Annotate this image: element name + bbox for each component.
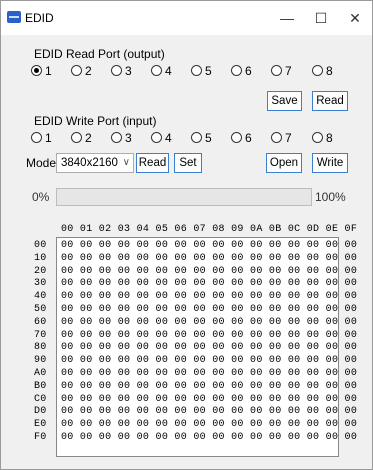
- close-button[interactable]: ✕: [341, 7, 369, 29]
- read-port-radio-6[interactable]: 6: [231, 64, 252, 78]
- open-button[interactable]: Open: [266, 153, 302, 173]
- radio-circle-icon: [312, 65, 323, 76]
- read-port-radio-8[interactable]: 8: [312, 64, 333, 78]
- radio-circle-icon: [31, 65, 42, 76]
- radio-circle-icon: [271, 132, 282, 143]
- read-port-radio-label: 6: [245, 64, 252, 78]
- mode-read-button[interactable]: Read: [136, 153, 169, 173]
- radio-circle-icon: [111, 132, 122, 143]
- write-port-radio-label: 4: [165, 131, 172, 145]
- mode-label: Mode: [26, 156, 57, 170]
- read-port-radio-4[interactable]: 4: [151, 64, 172, 78]
- radio-circle-icon: [111, 65, 122, 76]
- hex-column-header: 00 01 02 03 04 05 06 07 08 09 0A 0B 0C 0…: [61, 224, 358, 235]
- write-port-radio-2[interactable]: 2: [71, 131, 92, 145]
- radio-circle-icon: [271, 65, 282, 76]
- read-port-radio-2[interactable]: 2: [71, 64, 92, 78]
- title-bar[interactable]: EDID — ☐ ✕: [1, 1, 372, 35]
- read-port-radio-label: 5: [205, 64, 212, 78]
- read-port-label: EDID Read Port (output): [34, 47, 165, 61]
- window-title: EDID: [25, 11, 54, 25]
- radio-circle-icon: [191, 132, 202, 143]
- mode-select[interactable]: 3840x2160 ∨: [56, 153, 134, 173]
- write-port-radio-label: 8: [326, 131, 333, 145]
- radio-circle-icon: [31, 132, 42, 143]
- write-port-radio-label: 5: [205, 131, 212, 145]
- radio-circle-icon: [231, 65, 242, 76]
- write-port-radio-label: 6: [245, 131, 252, 145]
- minimize-button[interactable]: —: [273, 7, 301, 29]
- radio-circle-icon: [151, 65, 162, 76]
- radio-circle-icon: [151, 132, 162, 143]
- write-port-radio-7[interactable]: 7: [271, 131, 292, 145]
- read-port-radio-1[interactable]: 1: [31, 64, 52, 78]
- write-port-radio-5[interactable]: 5: [191, 131, 212, 145]
- maximize-button[interactable]: ☐: [307, 7, 335, 29]
- radio-circle-icon: [231, 132, 242, 143]
- write-port-radio-4[interactable]: 4: [151, 131, 172, 145]
- write-port-radio-label: 3: [125, 131, 132, 145]
- radio-circle-icon: [71, 132, 82, 143]
- read-edid-button[interactable]: Read: [312, 91, 348, 111]
- read-port-radio-label: 7: [285, 64, 292, 78]
- write-port-radio-label: 1: [45, 131, 52, 145]
- write-port-radio-8[interactable]: 8: [312, 131, 333, 145]
- radio-circle-icon: [312, 132, 323, 143]
- progress-max-label: 100%: [315, 190, 346, 204]
- write-port-radio-1[interactable]: 1: [31, 131, 52, 145]
- radio-circle-icon: [71, 65, 82, 76]
- progress-min-label: 0%: [32, 190, 50, 204]
- read-port-radio-label: 3: [125, 64, 132, 78]
- app-icon: [7, 11, 21, 23]
- edid-window: EDID — ☐ ✕ EDID Read Port (output) 1 2 3 4 5…: [0, 0, 373, 470]
- write-port-label: EDID Write Port (input): [34, 114, 157, 128]
- read-port-radio-label: 1: [45, 64, 52, 78]
- hex-cells: 00 00 00 00 00 00 00 00 00 00 00 00 00 0…: [61, 240, 358, 443]
- read-port-radio-label: 4: [165, 64, 172, 78]
- write-button[interactable]: Write: [312, 153, 348, 173]
- write-port-radio-label: 2: [85, 131, 92, 145]
- write-port-radio-label: 7: [285, 131, 292, 145]
- set-button[interactable]: Set: [174, 153, 202, 173]
- read-port-radio-7[interactable]: 7: [271, 64, 292, 78]
- hex-grid[interactable]: 00 00 00 00 00 00 00 00 00 00 00 00 00 0…: [56, 237, 357, 457]
- progress-bar: [56, 188, 312, 206]
- read-port-radio-label: 2: [85, 64, 92, 78]
- radio-circle-icon: [191, 65, 202, 76]
- read-port-radio-label: 8: [326, 64, 333, 78]
- chevron-down-icon: ∨: [122, 157, 130, 168]
- read-port-radio-3[interactable]: 3: [111, 64, 132, 78]
- hex-row-labels: 00 10 20 30 40 50 60 70 80 90 A0 B0 C0 D…: [34, 240, 47, 443]
- write-port-radio-6[interactable]: 6: [231, 131, 252, 145]
- save-button[interactable]: Save: [267, 91, 302, 111]
- mode-value: 3840x2160: [61, 157, 118, 169]
- write-port-radio-3[interactable]: 3: [111, 131, 132, 145]
- read-port-radio-5[interactable]: 5: [191, 64, 212, 78]
